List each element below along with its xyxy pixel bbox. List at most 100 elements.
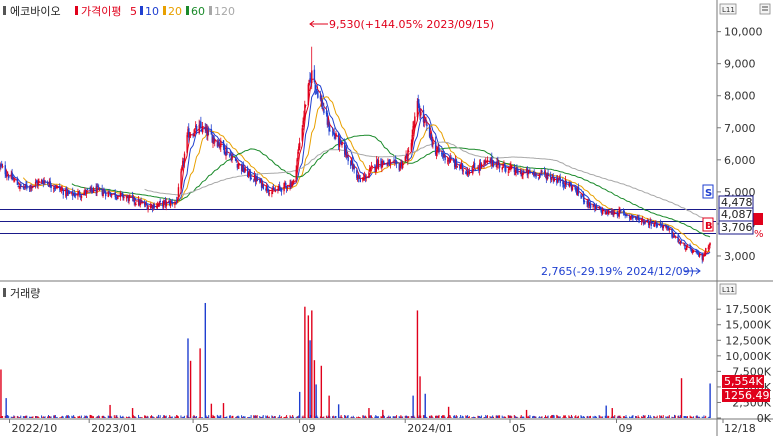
- volume-spike: [525, 409, 528, 418]
- volume-bar: [399, 416, 401, 418]
- volume-spike: [611, 408, 613, 418]
- volume-spike: [199, 348, 201, 418]
- volume-bar: [580, 415, 582, 418]
- candle: [503, 160, 505, 164]
- volume-bar: [650, 416, 652, 418]
- date-tick-label: 2022/10: [12, 422, 58, 435]
- candle: [177, 183, 180, 198]
- candle: [280, 187, 283, 196]
- volume-bar: [374, 416, 376, 418]
- volume-bar: [583, 416, 585, 418]
- volume-bar: [668, 415, 670, 418]
- volume-bar: [461, 417, 462, 418]
- volume-bar: [164, 415, 166, 418]
- volume-bar: [630, 416, 632, 418]
- volume-bar: [600, 417, 602, 418]
- volume-bar: [654, 416, 656, 418]
- volume-bar: [175, 416, 177, 418]
- volume-bar: [479, 415, 481, 418]
- volume-bar: [677, 415, 679, 418]
- volume-bar: [65, 416, 67, 418]
- candle: [317, 90, 319, 99]
- volume-bar: [92, 416, 94, 418]
- volume-bar: [398, 416, 400, 418]
- volume-bar: [695, 415, 697, 418]
- volume-bar: [357, 416, 359, 418]
- volume-bar: [441, 415, 443, 418]
- volume-bar: [147, 416, 149, 418]
- volume-bar: [616, 416, 618, 418]
- volume-bar: [249, 417, 251, 418]
- price-panel-controls[interactable]: L11: [719, 3, 771, 15]
- volume-bar: [592, 416, 594, 418]
- candle: [111, 193, 113, 199]
- date-tick-label: 09: [618, 422, 632, 435]
- candle: [377, 156, 380, 171]
- volume-spike: [222, 403, 225, 418]
- volume-bar: [625, 415, 627, 418]
- volume-bar: [660, 416, 662, 418]
- candle: [462, 168, 465, 175]
- volume-bar: [493, 416, 495, 418]
- date-tick-label: 2023/01: [91, 422, 137, 435]
- volume-bar: [196, 416, 198, 418]
- volume-bar: [10, 416, 12, 418]
- volume-bar: [565, 417, 567, 418]
- volume-bar: [564, 415, 566, 418]
- volume-bar: [532, 416, 533, 418]
- volume-bar: [350, 417, 352, 418]
- panel-menu-icon[interactable]: [759, 3, 771, 15]
- candle: [135, 201, 137, 206]
- volume-bar: [499, 415, 501, 418]
- volume-bar: [558, 416, 560, 418]
- volume-bar: [590, 415, 592, 418]
- volume-bar: [649, 415, 651, 418]
- volume-spike: [447, 406, 450, 418]
- volume-spike: [680, 378, 683, 418]
- volume-bar: [357, 417, 359, 418]
- volume-bar: [395, 416, 397, 418]
- volume-bar: [123, 417, 125, 418]
- volume-spike: [189, 360, 192, 418]
- volume-bar: [513, 415, 515, 418]
- volume-bar: [67, 415, 69, 418]
- volume-bar: [432, 417, 434, 418]
- candle: [480, 162, 483, 169]
- volume-bar: [593, 417, 595, 418]
- volume-bar: [661, 417, 663, 418]
- volume-bar: [520, 415, 522, 418]
- volume-bar: [140, 417, 142, 418]
- volume-bar: [253, 415, 255, 418]
- volume-bar: [59, 417, 61, 418]
- volume-bar: [101, 416, 103, 418]
- volume-bar: [674, 414, 675, 418]
- volume-bar: [460, 415, 462, 418]
- buy-marker[interactable]: B: [702, 217, 714, 232]
- candle: [183, 151, 186, 168]
- volume-spike: [307, 315, 310, 418]
- volume-bar: [655, 417, 657, 418]
- candle: [20, 183, 22, 190]
- volume-panel-controls[interactable]: L11: [719, 283, 737, 295]
- volume-bar: [18, 417, 20, 418]
- low-price-label: 2,765(-29.19% 2024/12/09): [541, 265, 694, 278]
- volume-bar: [56, 416, 58, 418]
- volume-bar: [575, 415, 577, 418]
- volume-bar: [181, 417, 183, 418]
- volume-bar: [564, 415, 566, 418]
- volume-bar: [674, 415, 676, 418]
- volume-bar: [638, 416, 640, 418]
- volume-bar: [556, 414, 558, 418]
- volume-bar: [48, 416, 50, 418]
- volume-bar: [170, 416, 172, 418]
- volume-bar: [232, 415, 234, 418]
- sell-marker[interactable]: S: [702, 184, 714, 199]
- volume-bar: [557, 416, 559, 418]
- volume-bar: [80, 417, 82, 418]
- volume-bar: [428, 415, 430, 418]
- volume-bar: [601, 416, 603, 418]
- volume-bar: [273, 417, 275, 418]
- volume-bar: [702, 417, 704, 418]
- volume-bar: [396, 415, 398, 418]
- volume-bar: [99, 416, 101, 418]
